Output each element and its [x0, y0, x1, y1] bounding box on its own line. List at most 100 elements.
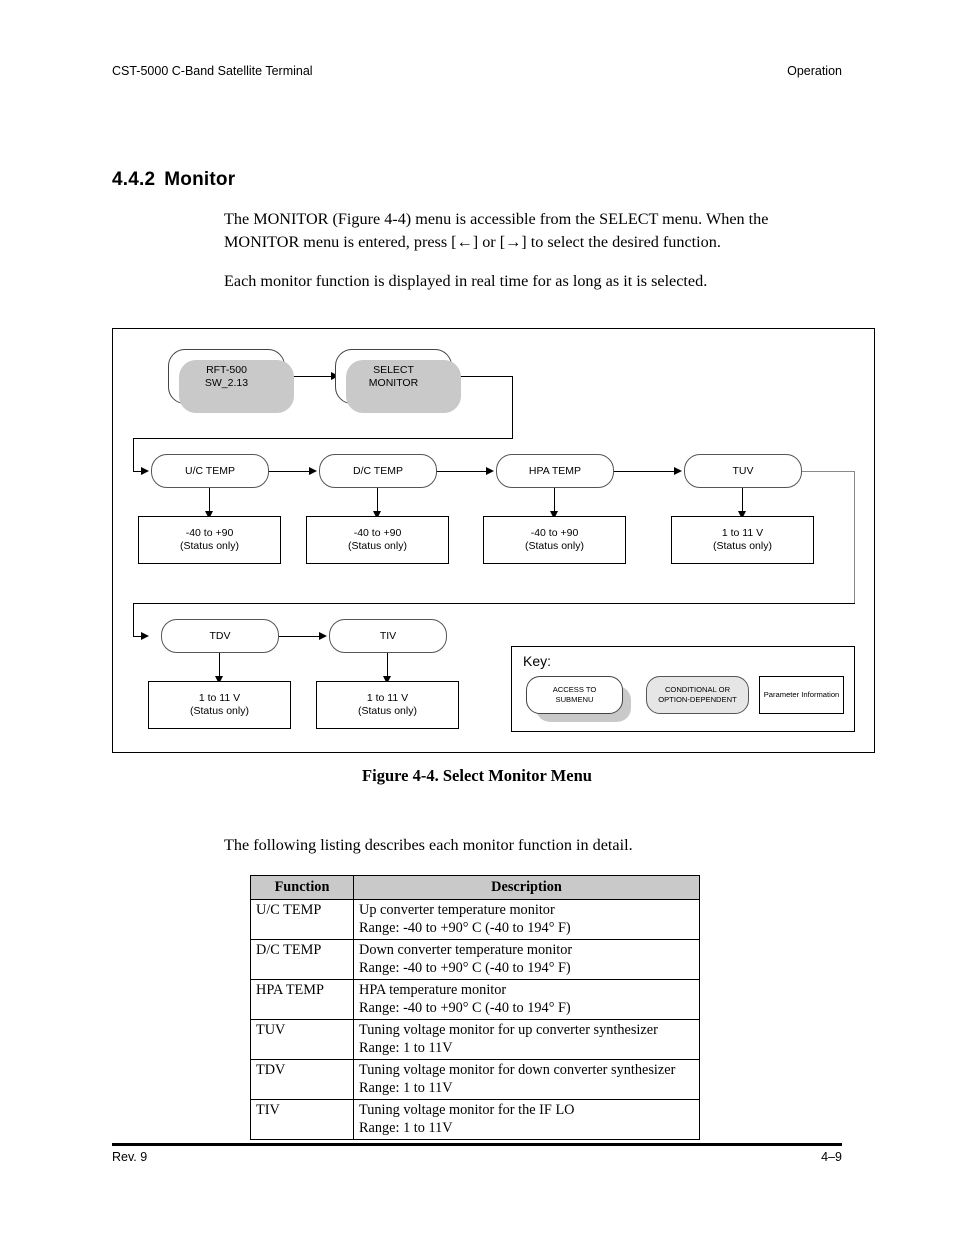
connector-hpa-to-tuv	[614, 471, 676, 473]
key-item-conditional-option-dependent: CONDITIONAL OR OPTION-DEPENDENT	[646, 676, 749, 714]
table-cell-function: U/C TEMP	[250, 899, 354, 940]
node-param-tiv-status: (Status only)	[358, 705, 417, 717]
table-cell-description-line1: Tuning voltage monitor for down converte…	[359, 1062, 676, 1078]
table-cell-description: Up converter temperature monitor Range: …	[353, 899, 700, 940]
node-rft-500-line2: SW_2.13	[204, 376, 249, 389]
node-param-hpa-temp: -40 to +90 (Status only)	[483, 516, 626, 564]
arrowhead-into-tdv	[141, 632, 149, 640]
arrowhead-hpa-to-tuv	[674, 467, 682, 475]
figure-caption: Figure 4-4. Select Monitor Menu	[362, 766, 592, 785]
footer-rule	[112, 1143, 842, 1146]
table-cell-description: Tuning voltage monitor for the IF LO Ran…	[353, 1099, 700, 1140]
monitor-function-table: Function Description U/C TEMP Up convert…	[250, 875, 700, 1140]
table-cell-description-line2: Range: 1 to 11V	[359, 1080, 453, 1096]
node-function-tdv-label: TDV	[209, 629, 231, 642]
table-cell-description: HPA temperature monitor Range: -40 to +9…	[353, 979, 700, 1020]
node-rft-500[interactable]: RFT-500 SW_2.13	[168, 349, 294, 413]
section-title: Monitor	[164, 169, 236, 190]
key-item-access-to-submenu-line1: ACCESS TO	[552, 685, 597, 694]
node-function-tuv[interactable]: TUV	[684, 454, 802, 488]
connector-tdv-to-tiv	[279, 636, 321, 638]
table-cell-function: TDV	[250, 1059, 354, 1100]
connector-tuv-down2	[133, 603, 135, 637]
footer-revision: Rev. 9	[112, 1150, 148, 1164]
page-footer: Rev. 9 4–9	[112, 1150, 842, 1164]
table-cell-function: TUV	[250, 1019, 354, 1060]
node-param-tiv-range: 1 to 11 V	[366, 692, 409, 704]
table-cell-description-line2: Range: 1 to 11V	[359, 1120, 453, 1136]
node-function-dc-temp-label: D/C TEMP	[353, 464, 403, 477]
node-param-uc-temp-status: (Status only)	[180, 540, 239, 552]
table-row: D/C TEMP Down converter temperature moni…	[250, 939, 700, 980]
connector-tuv-right	[802, 471, 855, 473]
table-header-function: Function	[250, 875, 354, 900]
key-item-conditional-line2: OPTION-DEPENDENT	[658, 695, 737, 704]
node-rft-500-line1: RFT-500	[206, 363, 247, 376]
node-param-tdv-range: 1 to 11 V	[198, 692, 241, 704]
connector-tuv-down	[854, 471, 856, 604]
connector-select-left	[133, 438, 513, 440]
node-param-tdv: 1 to 11 V (Status only)	[148, 681, 291, 729]
node-function-uc-temp[interactable]: U/C TEMP	[151, 454, 269, 488]
node-function-hpa-temp-label: HPA TEMP	[528, 464, 582, 477]
table-header-description: Description	[353, 875, 700, 900]
node-function-tdv[interactable]: TDV	[161, 619, 279, 653]
arrowhead-uc-to-dc	[309, 467, 317, 475]
node-param-tiv: 1 to 11 V (Status only)	[316, 681, 459, 729]
table-cell-description: Tuning voltage monitor for up converter …	[353, 1019, 700, 1060]
table-cell-description-line2: Range: -40 to +90° C (-40 to 194° F)	[359, 1000, 571, 1016]
table-cell-function: D/C TEMP	[250, 939, 354, 980]
arrowhead-into-uc-temp	[141, 467, 149, 475]
arrowhead-dc-to-hpa	[486, 467, 494, 475]
connector-select-down2	[133, 438, 135, 472]
table-row: U/C TEMP Up converter temperature monito…	[250, 899, 700, 940]
section-number: 4.4.2	[112, 169, 156, 190]
connector-dc-to-hpa	[437, 471, 488, 473]
figure-key-box: Key: ACCESS TO SUBMENU CONDITIONAL OR OP…	[511, 646, 855, 732]
table-cell-description-line2: Range: -40 to +90° C (-40 to 194° F)	[359, 960, 571, 976]
section-heading: 4.4.2 Monitor	[112, 169, 235, 191]
table-row: HPA TEMP HPA temperature monitor Range: …	[250, 979, 700, 1020]
node-param-tuv-status: (Status only)	[713, 540, 772, 552]
arrowhead-tdv-to-tiv	[319, 632, 327, 640]
node-param-tdv-status: (Status only)	[190, 705, 249, 717]
running-head-left: CST-5000 C-Band Satellite Terminal	[112, 64, 313, 78]
footer-page-number: 4–9	[821, 1150, 842, 1164]
node-param-hpa-temp-status: (Status only)	[525, 540, 584, 552]
node-select-monitor-line2: MONITOR	[368, 376, 419, 389]
connector-uc-to-dc	[269, 471, 311, 473]
paragraph-listing: The following listing describes each mon…	[224, 836, 633, 854]
node-param-uc-temp-range: -40 to +90	[185, 527, 234, 539]
table-cell-description: Tuning voltage monitor for down converte…	[353, 1059, 700, 1100]
figure-diagram: RFT-500 SW_2.13 SELECT MONITOR U/C TEMP …	[112, 328, 875, 753]
node-select-monitor-line1: SELECT	[373, 363, 414, 376]
node-function-tiv[interactable]: TIV	[329, 619, 447, 653]
paragraph-realtime: Each monitor function is displayed in re…	[224, 272, 708, 290]
figure-key-label: Key:	[523, 653, 552, 669]
node-select-monitor[interactable]: SELECT MONITOR	[335, 349, 461, 413]
paragraph-intro: The MONITOR (Figure 4-4) menu is accessi…	[224, 210, 769, 251]
running-head: CST-5000 C-Band Satellite Terminal Opera…	[112, 64, 842, 78]
table-header-row: Function Description	[250, 875, 700, 900]
table-row: TDV Tuning voltage monitor for down conv…	[250, 1059, 700, 1100]
node-function-dc-temp[interactable]: D/C TEMP	[319, 454, 437, 488]
connector-tuv-left	[133, 603, 855, 605]
node-param-dc-temp: -40 to +90 (Status only)	[306, 516, 449, 564]
key-item-access-to-submenu-line2: SUBMENU	[555, 695, 594, 704]
running-head-right: Operation	[787, 64, 842, 78]
table-cell-description-line1: Tuning voltage monitor for up converter …	[359, 1022, 658, 1038]
node-param-dc-temp-status: (Status only)	[348, 540, 407, 552]
table-cell-description-line1: Up converter temperature monitor	[359, 902, 555, 918]
table-cell-description-line1: HPA temperature monitor	[359, 982, 507, 998]
table-cell-description-line2: Range: -40 to +90° C (-40 to 194° F)	[359, 920, 571, 936]
node-function-uc-temp-label: U/C TEMP	[185, 464, 235, 477]
table-cell-description-line1: Down converter temperature monitor	[359, 942, 573, 958]
node-param-dc-temp-range: -40 to +90	[353, 527, 402, 539]
key-item-parameter-information: Parameter Information	[759, 676, 844, 714]
node-param-hpa-temp-range: -40 to +90	[530, 527, 579, 539]
table-row: TUV Tuning voltage monitor for up conver…	[250, 1019, 700, 1060]
node-function-hpa-temp[interactable]: HPA TEMP	[496, 454, 614, 488]
table-cell-function: HPA TEMP	[250, 979, 354, 1020]
node-param-tuv: 1 to 11 V (Status only)	[671, 516, 814, 564]
node-function-tiv-label: TIV	[379, 629, 397, 642]
